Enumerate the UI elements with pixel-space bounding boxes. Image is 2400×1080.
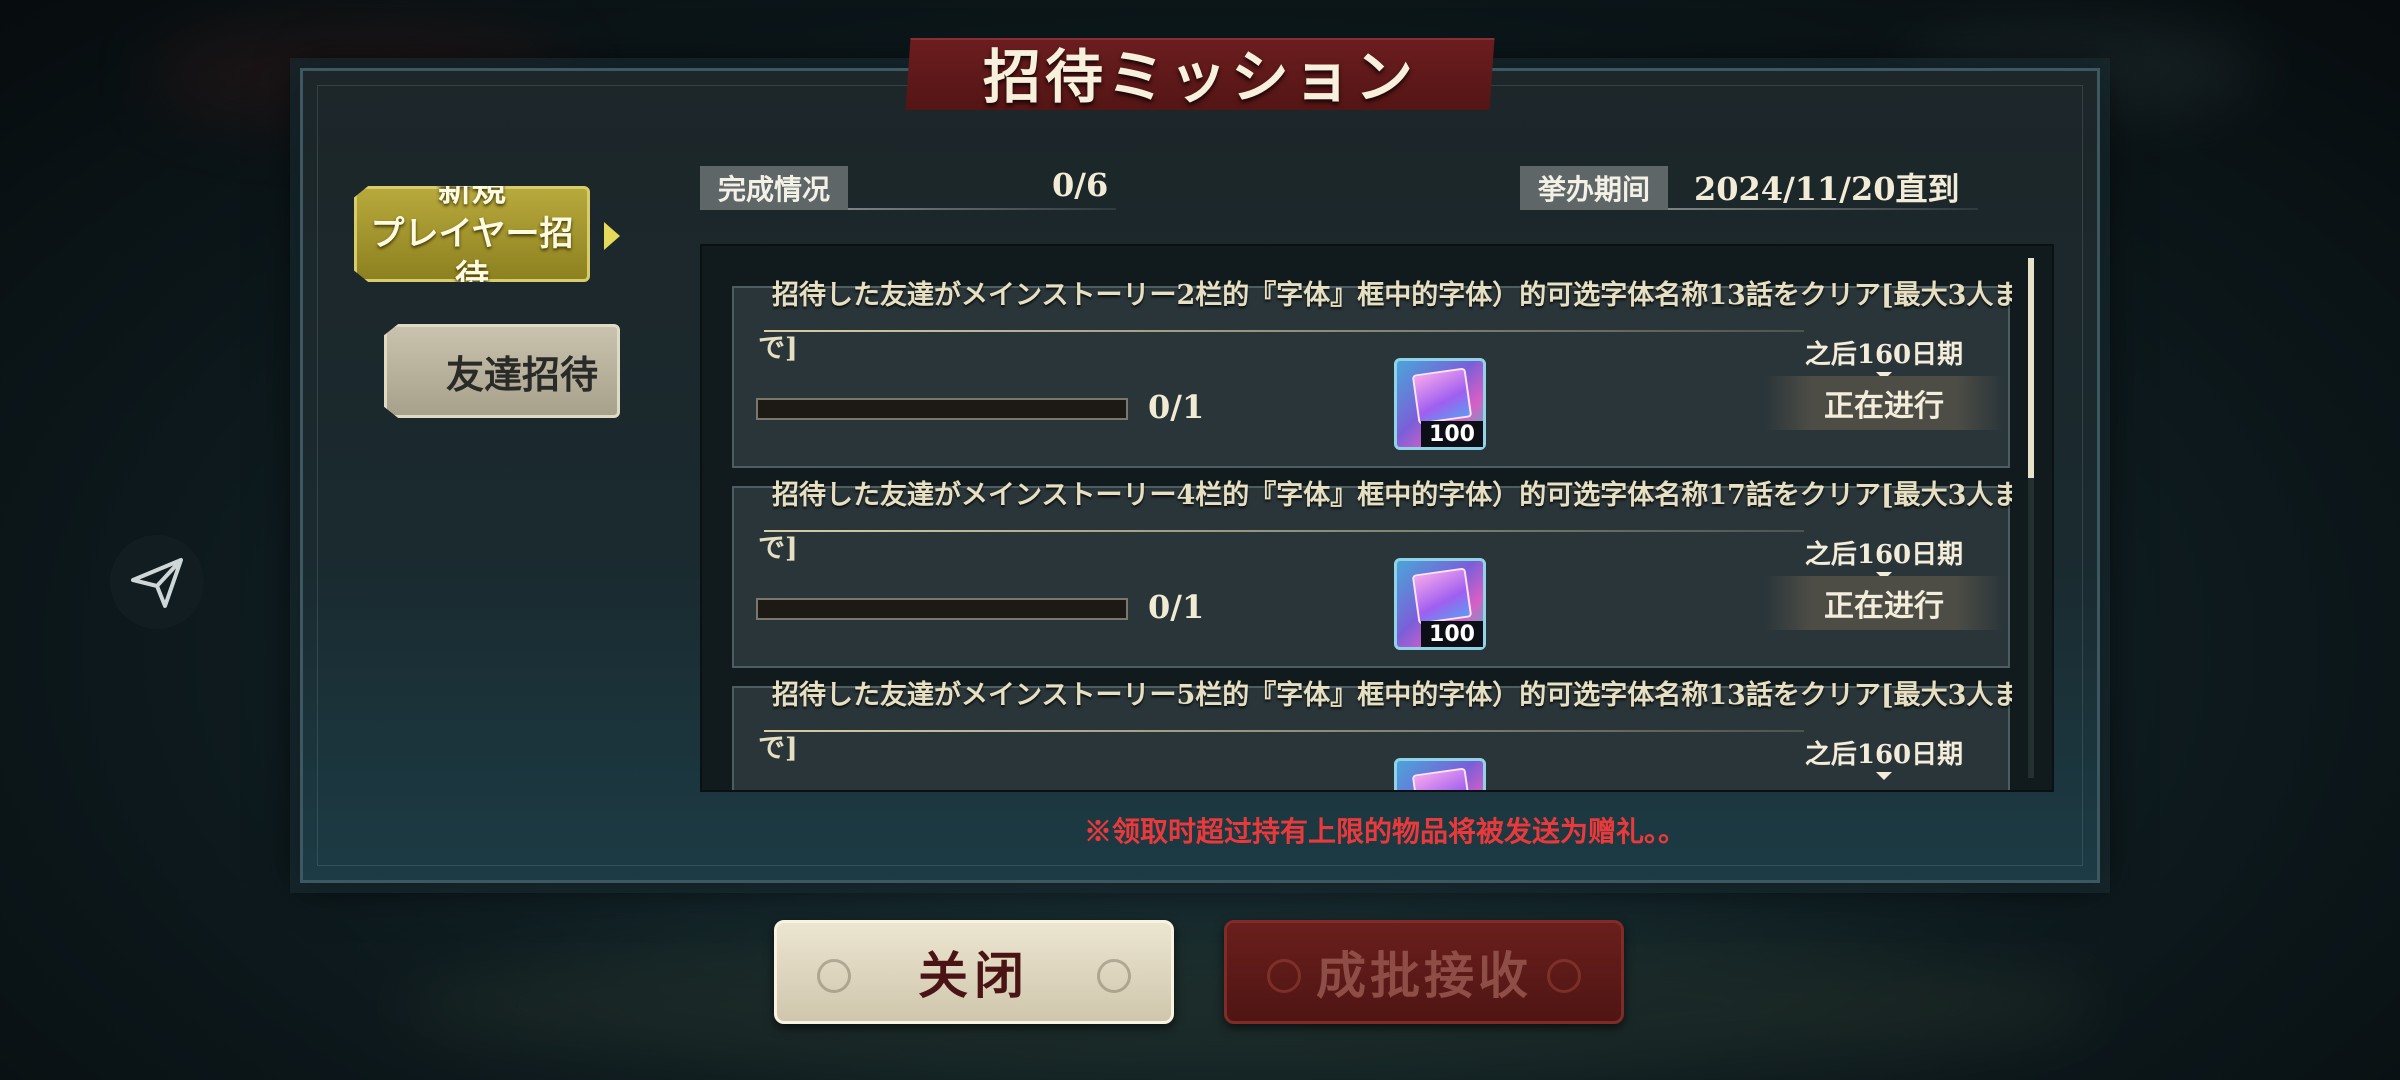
period-label: 挙办期间 <box>1520 166 1668 210</box>
deadline-text: 之后160日期 <box>1804 540 1964 570</box>
active-tab-arrow-icon <box>604 222 620 250</box>
reward-count: 100 <box>1421 621 1483 647</box>
mission-divider <box>764 330 1804 332</box>
tab-label: 新規 プレイヤー招待 <box>370 170 574 298</box>
mission-description: 招待した友達がメインストーリー2栏的『字体』框中的字体）的可选字体名称13話をク… <box>772 280 2012 311</box>
button-ornament <box>817 959 851 993</box>
mission-description: 招待した友達がメインストーリー4栏的『字体』框中的字体）的可选字体名称17話をク… <box>772 480 2012 511</box>
progress-text: 0/1 <box>1148 388 1205 426</box>
reward-count: 100 <box>1421 421 1483 447</box>
batch-receive-button[interactable]: 成批接收 <box>1224 920 1624 1024</box>
share-button[interactable] <box>110 535 204 629</box>
status-badge: 正在进行 <box>1764 576 2004 630</box>
progress-bar <box>756 398 1128 420</box>
period-value: 2024/11/20直到 <box>1694 170 1960 208</box>
tab-new-player-invite[interactable]: 新規 プレイヤー招待 <box>354 186 590 282</box>
mission-divider <box>764 530 1804 532</box>
list-item: 招待した友達がメインストーリー2栏的『字体』框中的字体）的可选字体名称13話をク… <box>732 280 2012 468</box>
mission-description-cont: で] <box>758 333 798 364</box>
button-ornament <box>1267 959 1301 993</box>
scrollbar-thumb[interactable] <box>2028 258 2034 478</box>
completion-value: 0/6 <box>1052 166 1109 204</box>
reward-item[interactable]: 100 <box>1394 358 1486 450</box>
mission-description: 招待した友達がメインストーリー5栏的『字体』框中的字体）的可选字体名称13話をク… <box>772 680 2012 711</box>
close-button-label: 关闭 <box>918 946 1030 1005</box>
tab-label: 友達招待 <box>445 351 598 397</box>
deadline-text: 之后160日期 <box>1804 340 1964 370</box>
progress-text: 0/1 <box>1148 588 1205 626</box>
progress-bar <box>756 598 1128 620</box>
status-badge: 正在进行 <box>1764 376 2004 430</box>
button-ornament <box>1547 959 1581 993</box>
deadline-text: 之后160日期 <box>1804 740 1964 770</box>
reward-item[interactable]: 100 <box>1394 558 1486 650</box>
list-item: 招待した友達がメインストーリー4栏的『字体』框中的字体）的可选字体名称17話をク… <box>732 480 2012 668</box>
mission-divider <box>764 730 1804 732</box>
mission-description-cont: で] <box>758 733 798 764</box>
paper-plane-icon <box>131 558 183 608</box>
completion-underline <box>848 208 1116 210</box>
tab-friend-invite[interactable]: 友達招待 <box>384 324 620 418</box>
list-item: 招待した友達がメインストーリー5栏的『字体』框中的字体）的可选字体名称13話をク… <box>732 680 2012 790</box>
deadline-notch-icon <box>1876 772 1892 780</box>
mission-description-cont: で] <box>758 533 798 564</box>
close-button[interactable]: 关闭 <box>774 920 1174 1024</box>
gem-box-icon <box>1411 767 1473 790</box>
gem-box-icon <box>1411 567 1473 625</box>
batch-receive-label: 成批接收 <box>1316 946 1532 1005</box>
gem-box-icon <box>1411 367 1473 425</box>
completion-label: 完成情况 <box>700 166 848 210</box>
warning-text: ※领取时超过持有上限的物品将被发送为赠礼。。 <box>1084 815 1687 848</box>
mission-list[interactable]: 招待した友達がメインストーリー2栏的『字体』框中的字体）的可选字体名称13話をク… <box>700 244 2054 792</box>
button-ornament <box>1097 959 1131 993</box>
dialog-title: 招待ミッション <box>982 43 1417 111</box>
reward-item[interactable] <box>1394 758 1486 790</box>
